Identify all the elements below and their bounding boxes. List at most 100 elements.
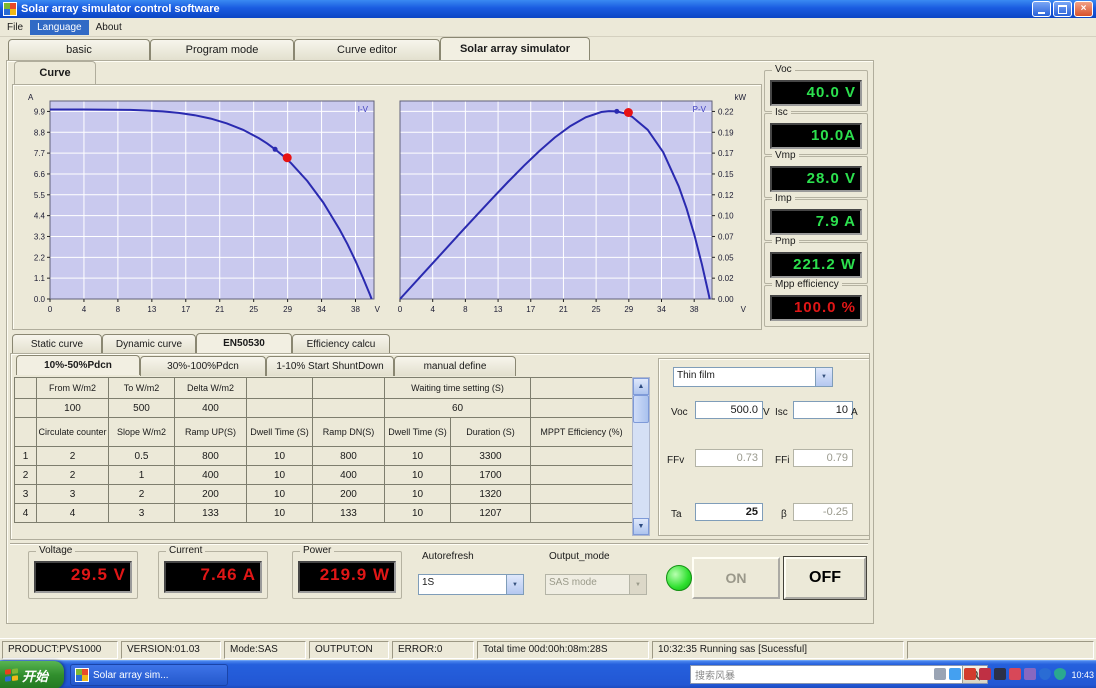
tab-efficiency-calcu[interactable]: Efficiency calcu	[292, 334, 390, 354]
table-cell[interactable]: 2	[36, 446, 109, 466]
table-cell[interactable]	[530, 484, 634, 504]
tray-shield-icon-1[interactable]	[1039, 668, 1051, 680]
table-cell[interactable]: 1700	[449, 465, 532, 485]
search-input[interactable]: 搜索风暴	[691, 667, 962, 682]
tab-basic[interactable]: basic	[8, 39, 150, 61]
table-cell[interactable]: 3	[108, 503, 175, 523]
menu-language[interactable]: Language	[30, 19, 89, 35]
waiting-value[interactable]: 60	[383, 398, 532, 418]
output-mode-dropdown[interactable]: SAS mode ▼	[545, 574, 647, 595]
tab-dynamic-curve[interactable]: Dynamic curve	[102, 334, 196, 354]
autorefresh-dropdown[interactable]: 1S ▼	[418, 574, 524, 595]
menu-file[interactable]: File	[0, 20, 30, 35]
tab-manual-define[interactable]: manual define	[394, 356, 516, 376]
param-ffv-input[interactable]: 0.73	[695, 449, 763, 467]
table-cell[interactable]: 4	[36, 503, 109, 523]
table-cell[interactable]: 10	[384, 503, 451, 523]
status-product: PRODUCT:PVS1000	[2, 640, 118, 659]
tab-solar-array-simulator[interactable]: Solar array simulator	[440, 37, 590, 61]
tab-curve-editor[interactable]: Curve editor	[294, 39, 440, 61]
tab-static-curve[interactable]: Static curve	[12, 334, 102, 354]
table-cell[interactable]: 10	[384, 465, 451, 485]
scroll-up-button[interactable]: ▲	[633, 378, 649, 395]
table-cell[interactable]: 400	[174, 465, 247, 485]
svg-text:29: 29	[283, 305, 292, 314]
tab-10-50-pdcn[interactable]: 10%-50%Pdcn	[16, 355, 140, 375]
scrollbar-thumb[interactable]	[633, 395, 649, 423]
table-cell[interactable]: 0.5	[108, 446, 175, 466]
delta-value[interactable]: 400	[174, 398, 247, 418]
tray-icon-4[interactable]	[979, 668, 991, 680]
table-cell[interactable]: 200	[174, 484, 247, 504]
tab-30-100-pdcn[interactable]: 30%-100%Pdcn	[140, 356, 266, 376]
close-button[interactable]: ×	[1074, 1, 1093, 17]
table-cell[interactable]: 800	[174, 446, 247, 466]
table-group-header-row: From W/m2 To W/m2 Delta W/m2 Waiting tim…	[14, 377, 634, 399]
to-value[interactable]: 500	[108, 398, 175, 418]
tray-icon-1[interactable]	[934, 668, 946, 680]
table-cell[interactable]: 1207	[449, 503, 532, 523]
pv-type-value: Thin film	[677, 370, 715, 381]
table-cell[interactable]: 1	[108, 465, 175, 485]
table-cell[interactable]: 10	[246, 446, 313, 466]
off-button[interactable]: OFF	[783, 556, 867, 600]
svg-text:4: 4	[82, 305, 87, 314]
table-cell[interactable]: 2	[36, 465, 109, 485]
scroll-down-button[interactable]: ▼	[633, 518, 649, 535]
table-cell[interactable]: 800	[312, 446, 385, 466]
svg-text:17: 17	[526, 305, 535, 314]
divider	[10, 543, 868, 545]
table-cell[interactable]: 10	[246, 484, 313, 504]
tab-start-shuntdown[interactable]: 1-10% Start ShuntDown	[266, 356, 394, 376]
svg-text:0.05: 0.05	[718, 253, 734, 262]
tab-curve[interactable]: Curve	[14, 61, 96, 85]
table-cell[interactable]: 200	[312, 484, 385, 504]
taskbar-app-button[interactable]: Solar array sim...	[70, 664, 228, 686]
tray-icon-6[interactable]	[1009, 668, 1021, 680]
table-cell[interactable]	[530, 503, 634, 523]
param-isc-input[interactable]: 10	[793, 401, 853, 419]
svg-text:0: 0	[48, 305, 53, 314]
pv-type-dropdown[interactable]: Thin film ▼	[673, 367, 833, 387]
row-number: 2	[14, 465, 37, 485]
table-cell[interactable]: 10	[246, 465, 313, 485]
table-cell[interactable]: 3300	[449, 446, 532, 466]
table-cell[interactable]: 3	[36, 484, 109, 504]
minimize-button[interactable]	[1032, 1, 1051, 17]
table-cell[interactable]: 1320	[449, 484, 532, 504]
param-voc-input[interactable]: 500.0	[695, 401, 763, 419]
tray-icon-7[interactable]	[1024, 668, 1036, 680]
table-cell[interactable]: 10	[384, 484, 451, 504]
tab-program-mode[interactable]: Program mode	[150, 39, 294, 61]
table-cell[interactable]: 10	[246, 503, 313, 523]
param-beta-input[interactable]: -0.25	[793, 503, 853, 521]
tray-shield-icon-2[interactable]	[1054, 668, 1066, 680]
titlebar: Solar array simulator control software ×	[0, 0, 1096, 18]
param-ffi-input[interactable]: 0.79	[793, 449, 853, 467]
from-value[interactable]: 100	[36, 398, 109, 418]
tray-icon-5[interactable]	[994, 668, 1006, 680]
table-cell[interactable]	[530, 446, 634, 466]
pmp-label: Pmp	[772, 236, 799, 247]
table-cell[interactable]: 2	[108, 484, 175, 504]
param-isc-label: Isc	[775, 407, 788, 418]
corner-cell	[14, 377, 37, 399]
menu-about[interactable]: About	[89, 20, 129, 35]
tray-icon-2[interactable]	[949, 668, 961, 680]
taskbar-clock[interactable]: 10:43	[1071, 670, 1094, 680]
table-cell[interactable]	[530, 465, 634, 485]
table-cell[interactable]: 10	[384, 446, 451, 466]
table-cell[interactable]: 133	[312, 503, 385, 523]
param-ta-input[interactable]: 25	[695, 503, 763, 521]
svg-text:25: 25	[592, 305, 601, 314]
col-delta: Delta W/m2	[174, 377, 247, 399]
table-scrollbar[interactable]: ▲ ▼	[632, 377, 650, 536]
start-button[interactable]: 开始	[0, 661, 64, 688]
maximize-button[interactable]	[1053, 1, 1072, 17]
col-duration: Duration (S)	[449, 417, 532, 447]
table-cell[interactable]: 400	[312, 465, 385, 485]
tray-icon-3[interactable]	[964, 668, 976, 680]
tab-en50530[interactable]: EN50530	[196, 333, 292, 354]
table-cell[interactable]: 133	[174, 503, 247, 523]
on-button[interactable]: ON	[692, 557, 780, 599]
